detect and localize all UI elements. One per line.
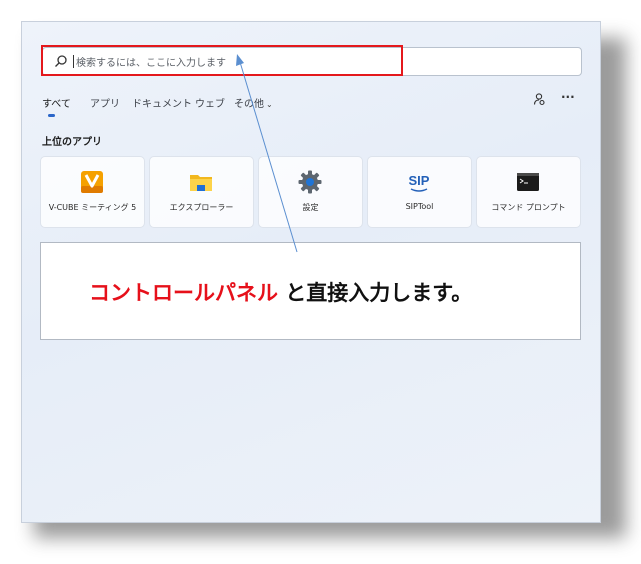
annotation-arrow [236, 54, 298, 253]
